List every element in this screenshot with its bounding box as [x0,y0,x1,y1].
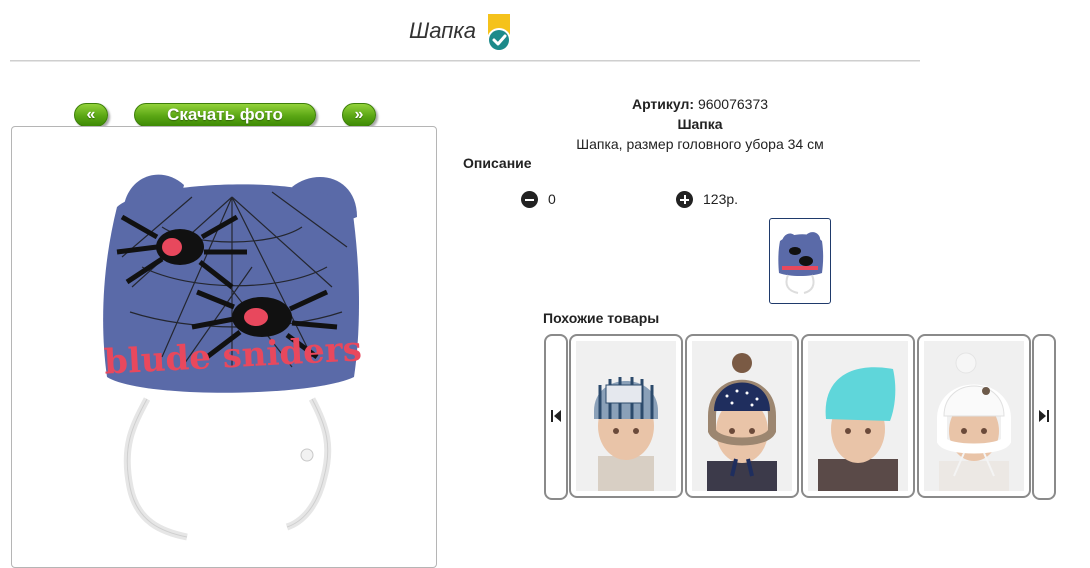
hat-image: blude sniders [103,174,363,541]
product-size-text: Шапка, размер головного убора 34 см [576,136,824,152]
plus-circle-icon[interactable] [676,191,693,208]
price-value: 123р. [703,191,739,207]
product-thumbnail[interactable] [769,218,831,304]
page-title: Шапка [409,18,476,43]
minus-circle-icon[interactable] [521,191,538,208]
next-photo-button[interactable]: » [342,103,376,127]
verified-badge-icon [487,14,511,52]
arrow-left-icon [551,410,561,422]
article-label: Артикул: [631,96,695,112]
similar-product-image [808,341,908,491]
similar-product-image [924,341,1024,491]
download-photo-button[interactable]: Скачать фото [134,103,316,127]
similar-product-card[interactable] [685,334,799,498]
similar-product-card[interactable] [569,334,683,498]
carousel-next-button[interactable] [1032,334,1056,500]
prev-photo-button[interactable]: « [74,103,108,127]
article-line: Артикул: 960076373 [460,96,940,112]
similar-product-image [576,341,676,491]
quantity-value: 0 [548,191,556,207]
similar-product-card[interactable] [917,334,1031,498]
description-heading: Описание [463,155,532,171]
similar-product-card[interactable] [801,334,915,498]
title-divider [10,60,920,62]
similar-product-image [692,341,792,491]
hat-thumbnail-image [778,232,824,294]
carousel-prev-button[interactable] [544,334,568,500]
article-value: 960076373 [697,96,769,112]
main-product-photo[interactable]: blude sniders [11,126,437,568]
arrow-right-icon [1039,410,1049,422]
product-name: Шапка [677,116,723,132]
similar-products-heading: Похожие товары [543,310,660,326]
